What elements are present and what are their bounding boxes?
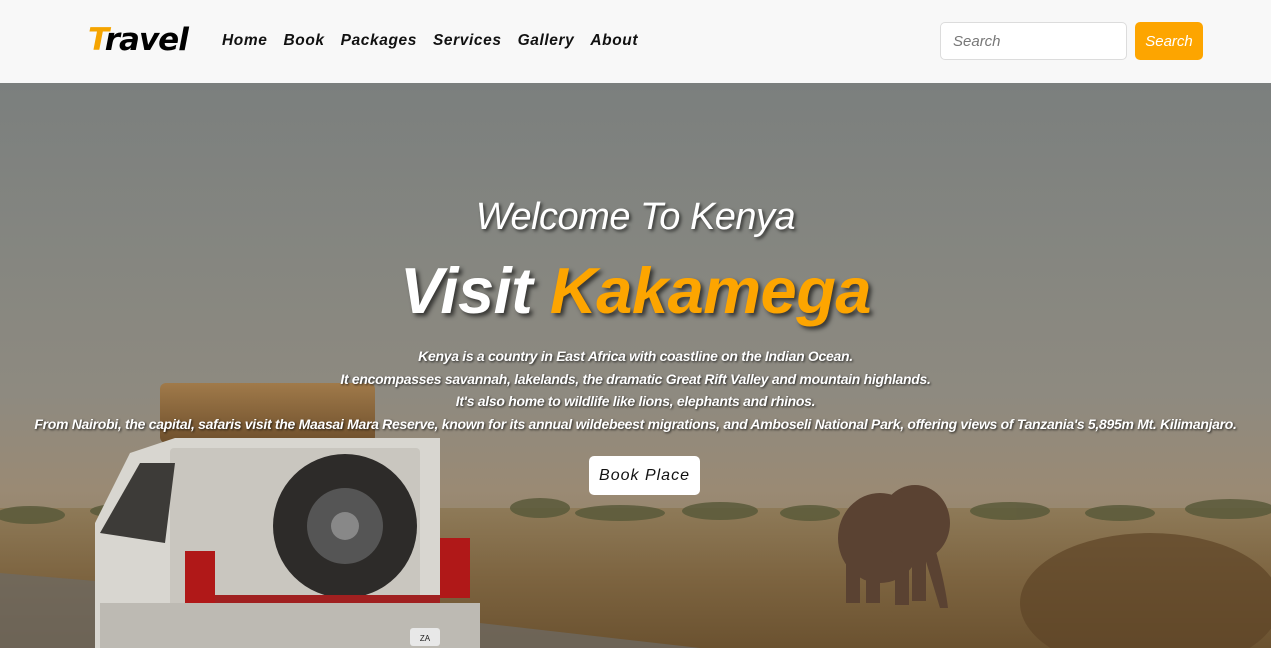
search-button[interactable]: Search bbox=[1135, 22, 1203, 60]
headline-accent-text: Kakamega bbox=[549, 254, 872, 327]
nav-link-book[interactable]: Book bbox=[283, 31, 324, 51]
description-line: Kenya is a country in East Africa with c… bbox=[418, 348, 853, 364]
search-input[interactable] bbox=[940, 22, 1127, 60]
hero-description: Kenya is a country in East Africa with c… bbox=[0, 345, 1271, 435]
nav-link-packages[interactable]: Packages bbox=[341, 31, 417, 51]
hero-section: ZA Welcome To Kenya Visit Kakamega Kenya… bbox=[0, 83, 1271, 648]
hero-headline: Visit Kakamega bbox=[0, 253, 1271, 328]
navbar: Travel Home Book Packages Services Galle… bbox=[0, 0, 1271, 83]
description-line: It's also home to wildlife like lions, e… bbox=[455, 393, 816, 409]
nav-links: Home Book Packages Services Gallery Abou… bbox=[222, 31, 654, 51]
nav-link-gallery[interactable]: Gallery bbox=[518, 31, 575, 51]
book-place-button[interactable]: Book Place bbox=[589, 456, 700, 495]
brand-first-letter: T bbox=[88, 22, 106, 58]
brand-logo[interactable]: Travel bbox=[88, 20, 189, 60]
welcome-heading: Welcome To Kenya bbox=[475, 196, 796, 238]
brand-rest: ravel bbox=[104, 22, 189, 58]
description-line: It encompasses savannah, lakelands, the … bbox=[340, 370, 931, 387]
plate-text: ZA bbox=[420, 634, 431, 643]
description-line: From Nairobi, the capital, safaris visit… bbox=[34, 415, 1237, 432]
nav-link-home[interactable]: Home bbox=[222, 31, 267, 51]
nav-link-about[interactable]: About bbox=[590, 31, 638, 51]
headline-white-text: Visit bbox=[399, 254, 533, 327]
nav-link-services[interactable]: Services bbox=[433, 31, 502, 51]
